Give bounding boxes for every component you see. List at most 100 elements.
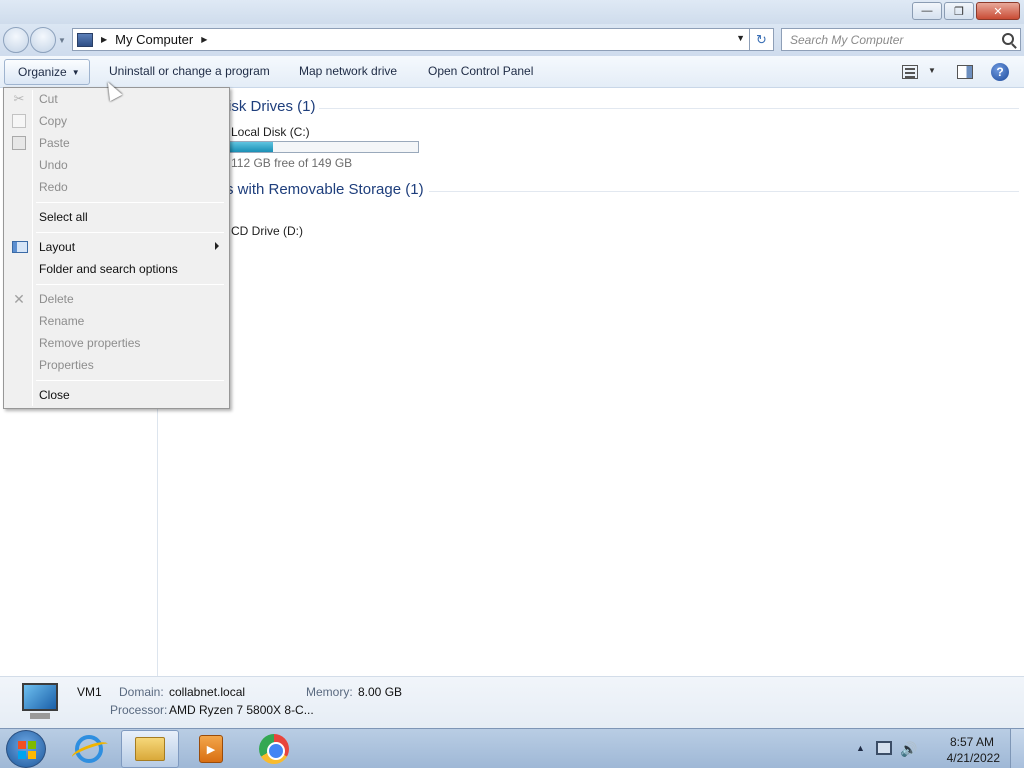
menu-item-paste[interactable]: Paste <box>6 132 227 154</box>
content-area: isk Drives (1) Local Disk (C:) 112 GB fr… <box>159 88 1024 676</box>
maximize-button[interactable]: ❐ <box>944 2 974 20</box>
menu-item-properties[interactable]: Properties <box>6 354 227 376</box>
menu-separator <box>36 380 224 381</box>
chrome-icon <box>259 734 289 764</box>
internet-explorer-icon <box>75 735 103 763</box>
clock-date[interactable]: 4/21/2022 <box>947 751 1000 765</box>
clipboard-icon <box>12 136 26 150</box>
open-control-panel-button[interactable]: Open Control Panel <box>428 64 533 78</box>
menu-item-label: Select all <box>39 210 88 224</box>
menu-item-label: Paste <box>39 136 70 150</box>
menu-item-label: Cut <box>39 92 58 106</box>
menu-item-layout[interactable]: Layout <box>6 236 227 258</box>
address-history-dropdown[interactable]: ▼ <box>736 33 745 43</box>
menu-item-label: Copy <box>39 114 68 128</box>
organize-label: Organize <box>18 65 67 79</box>
taskbar-media-player[interactable]: ▶ <box>182 730 240 768</box>
disk-free-space: 112 GB free of 149 GB <box>231 156 353 170</box>
menu-item-close[interactable]: Close <box>6 384 227 406</box>
search-box[interactable] <box>781 28 1021 51</box>
back-button[interactable] <box>3 27 29 53</box>
menu-item-label: Folder and search options <box>39 262 178 276</box>
folder-icon <box>135 737 165 761</box>
group-divider <box>319 108 1019 109</box>
change-view-icon[interactable] <box>902 65 918 79</box>
menu-item-label: Layout <box>39 240 76 254</box>
menu-item-label: Undo <box>39 158 68 172</box>
taskbar-chrome[interactable] <box>245 730 303 768</box>
clock-time[interactable]: 8:57 AM <box>950 735 994 749</box>
memory-value: 8.00 GB <box>358 685 403 699</box>
copy-icon <box>12 114 26 128</box>
layout-icon <box>12 241 28 253</box>
close-button[interactable]: ✕ <box>976 2 1020 20</box>
menu-separator <box>36 202 224 203</box>
menu-item-copy[interactable]: Copy <box>6 110 227 132</box>
details-pane: VM1 Domain: collabnet.local Memory: 8.00… <box>0 676 1024 728</box>
map-network-drive-button[interactable]: Map network drive <box>299 64 397 78</box>
windows-logo-icon <box>18 741 36 759</box>
menu-item-label: Close <box>39 388 70 402</box>
disk-usage-fill <box>225 142 273 152</box>
organize-menu: ✂ Cut Copy Paste Undo Redo Select all La… <box>3 87 230 409</box>
domain-value: collabnet.local <box>169 685 246 699</box>
media-player-icon: ▶ <box>199 735 223 763</box>
cd-drive-d[interactable]: CD Drive (D:) <box>231 224 303 238</box>
help-icon[interactable]: ? <box>991 63 1009 81</box>
preview-pane-icon[interactable] <box>957 65 973 79</box>
breadcrumb-my-computer[interactable]: My Computer <box>115 32 193 47</box>
start-button[interactable] <box>6 730 46 768</box>
hard-disk-drives-header[interactable]: isk Drives (1) <box>228 98 316 115</box>
refresh-icon: ↻ <box>756 31 767 47</box>
menu-item-redo[interactable]: Redo <box>6 176 227 198</box>
menu-item-remove-properties[interactable]: Remove properties <box>6 332 227 354</box>
scissors-icon: ✂ <box>13 91 25 106</box>
menu-item-select-all[interactable]: Select all <box>6 206 227 228</box>
forward-button[interactable] <box>30 27 56 53</box>
taskbar: ▶ ▲ 🔊 8:57 AM 4/21/2022 <box>0 728 1024 768</box>
breadcrumb-separator[interactable]: ▶ <box>201 35 207 44</box>
menu-item-folder-options[interactable]: Folder and search options <box>6 258 227 280</box>
organize-button[interactable]: Organize ▼ <box>4 59 90 85</box>
address-bar[interactable]: ▶ My Computer ▶ ▼ <box>72 28 750 51</box>
uninstall-program-button[interactable]: Uninstall or change a program <box>109 64 270 78</box>
command-bar: Organize ▼ Uninstall or change a program… <box>0 56 1024 88</box>
refresh-button[interactable]: ↻ <box>750 28 774 51</box>
menu-separator <box>36 232 224 233</box>
menu-item-undo[interactable]: Undo <box>6 154 227 176</box>
computer-icon <box>18 683 62 723</box>
menu-separator <box>36 284 224 285</box>
menu-item-label: Delete <box>39 292 74 306</box>
menu-item-label: Remove properties <box>39 336 141 350</box>
network-icon[interactable] <box>876 741 892 755</box>
show-hidden-icons-button[interactable]: ▲ <box>856 743 865 753</box>
processor-value: AMD Ryzen 7 5800X 8-C... <box>169 703 314 717</box>
chevron-down-icon: ▼ <box>71 67 80 77</box>
search-input[interactable] <box>790 32 990 47</box>
menu-item-label: Redo <box>39 180 68 194</box>
domain-label: Domain: <box>119 685 164 699</box>
menu-item-label: Properties <box>39 358 94 372</box>
minimize-button[interactable]: — <box>912 2 942 20</box>
views-dropdown-icon[interactable]: ▼ <box>928 66 936 75</box>
delete-icon: ✕ <box>13 291 25 307</box>
taskbar-internet-explorer[interactable] <box>60 730 118 768</box>
taskbar-windows-explorer[interactable] <box>121 730 179 768</box>
title-bar: — ❐ ✕ <box>0 0 1024 24</box>
breadcrumb-separator[interactable]: ▶ <box>101 35 107 44</box>
submenu-arrow-icon <box>215 242 219 250</box>
show-desktop-button[interactable] <box>1010 729 1024 768</box>
computer-name: VM1 <box>77 685 102 699</box>
recent-pages-dropdown[interactable]: ▼ <box>58 36 66 45</box>
memory-label: Memory: <box>306 685 353 699</box>
disk-usage-bar <box>224 141 419 153</box>
menu-item-rename[interactable]: Rename <box>6 310 227 332</box>
removable-storage-header[interactable]: s with Removable Storage (1) <box>226 181 424 198</box>
local-disk-c[interactable]: Local Disk (C:) <box>231 125 310 139</box>
volume-icon[interactable]: 🔊 <box>900 741 917 758</box>
window-controls: — ❐ ✕ <box>912 2 1020 20</box>
system-tray: ▲ 🔊 8:57 AM 4/21/2022 <box>854 729 1024 768</box>
search-icon[interactable] <box>1002 33 1014 45</box>
navigation-bar: ▼ ▶ My Computer ▶ ▼ ↻ <box>0 24 1024 56</box>
menu-item-delete[interactable]: ✕ Delete <box>6 288 227 310</box>
